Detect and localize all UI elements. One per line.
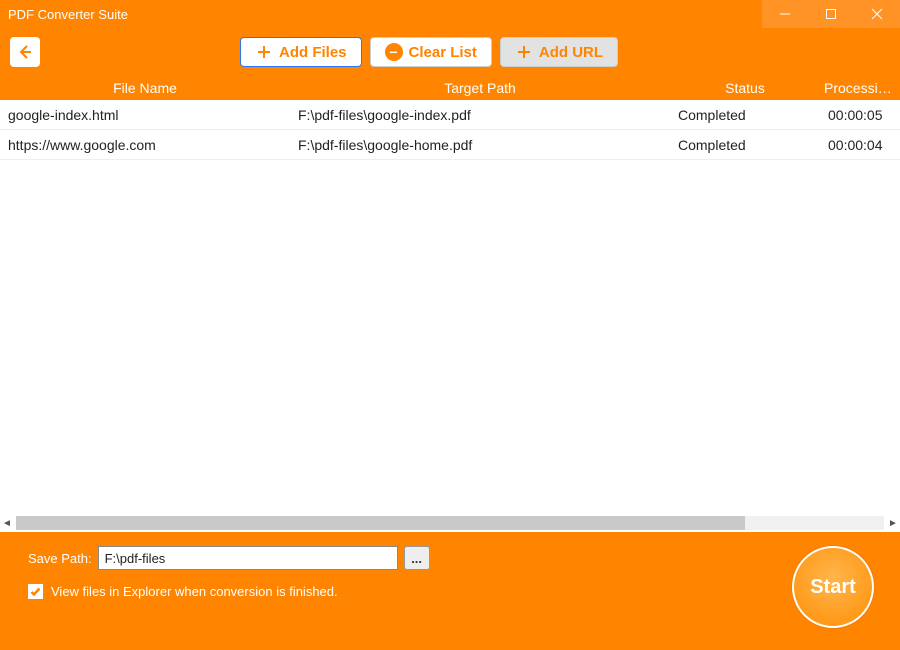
cell-status: Completed (670, 137, 820, 153)
plus-icon (255, 43, 273, 61)
browse-button[interactable]: ... (404, 546, 430, 570)
add-files-button[interactable]: Add Files (240, 37, 362, 67)
save-path-row: Save Path: ... (28, 546, 880, 570)
clear-list-label: Clear List (409, 44, 477, 61)
back-arrow-icon (16, 43, 34, 61)
col-header-path[interactable]: Target Path (290, 80, 670, 96)
cell-path: F:\pdf-files\google-home.pdf (290, 137, 670, 153)
footer: Save Path: ... View files in Explorer wh… (0, 532, 900, 650)
cell-time: 00:00:04 (820, 137, 900, 153)
cell-name: google-index.html (0, 107, 290, 123)
add-url-label: Add URL (539, 44, 603, 61)
table-row[interactable]: google-index.html F:\pdf-files\google-in… (0, 100, 900, 130)
maximize-button[interactable] (808, 0, 854, 28)
check-icon (30, 586, 41, 597)
scroll-track[interactable] (16, 516, 884, 530)
start-button[interactable]: Start (792, 546, 874, 628)
minimize-button[interactable] (762, 0, 808, 28)
view-files-checkbox[interactable] (28, 584, 43, 599)
titlebar: PDF Converter Suite (0, 0, 900, 28)
minimize-icon (779, 8, 791, 20)
app-window: PDF Converter Suite Add Files (0, 0, 900, 650)
cell-time: 00:00:05 (820, 107, 900, 123)
table-row[interactable]: https://www.google.com F:\pdf-files\goog… (0, 130, 900, 160)
scroll-right-icon[interactable]: ► (886, 516, 900, 530)
save-path-label: Save Path: (28, 551, 92, 566)
window-controls (762, 0, 900, 28)
minus-circle-icon: − (385, 43, 403, 61)
toolbar: Add Files − Clear List Add URL (0, 28, 900, 76)
scroll-left-icon[interactable]: ◄ (0, 516, 14, 530)
horizontal-scrollbar[interactable]: ◄ ► (0, 514, 900, 532)
file-grid: google-index.html F:\pdf-files\google-in… (0, 100, 900, 514)
col-header-status[interactable]: Status (670, 80, 820, 96)
ellipsis-icon: ... (411, 551, 422, 566)
start-label: Start (810, 576, 856, 599)
close-button[interactable] (854, 0, 900, 28)
table-header: File Name Target Path Status Processing … (0, 76, 900, 100)
col-header-time[interactable]: Processing T (820, 80, 900, 96)
add-files-label: Add Files (279, 44, 347, 61)
clear-list-button[interactable]: − Clear List (370, 37, 492, 67)
add-url-button[interactable]: Add URL (500, 37, 618, 67)
view-files-row: View files in Explorer when conversion i… (28, 584, 880, 599)
close-icon (871, 8, 883, 20)
cell-path: F:\pdf-files\google-index.pdf (290, 107, 670, 123)
cell-name: https://www.google.com (0, 137, 290, 153)
cell-status: Completed (670, 107, 820, 123)
scroll-thumb[interactable] (16, 516, 745, 530)
save-path-input[interactable] (98, 546, 398, 570)
view-files-label: View files in Explorer when conversion i… (51, 584, 338, 599)
window-title: PDF Converter Suite (0, 7, 762, 22)
col-header-name[interactable]: File Name (0, 80, 290, 96)
plus-icon (515, 43, 533, 61)
maximize-icon (825, 8, 837, 20)
back-button[interactable] (10, 37, 40, 67)
